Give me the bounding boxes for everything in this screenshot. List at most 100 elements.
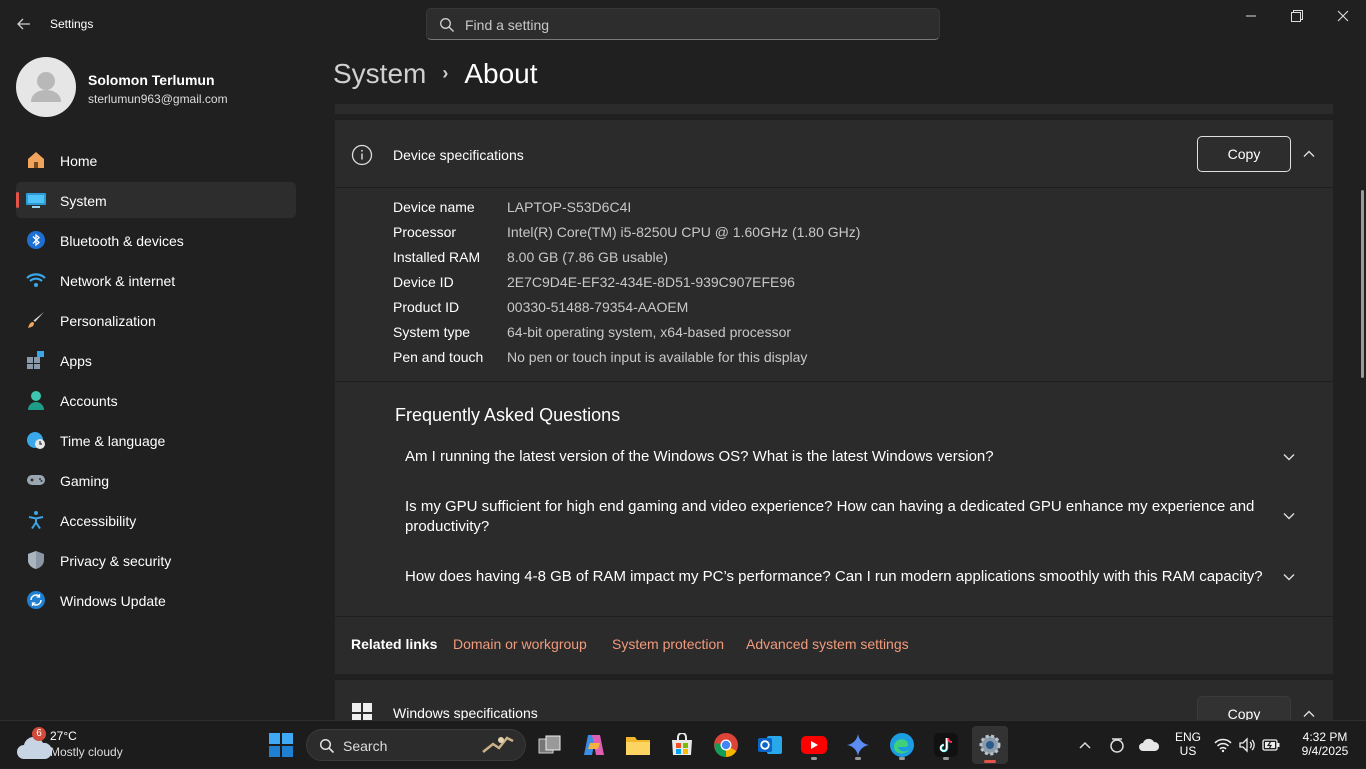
chevron-up-icon[interactable] (1301, 146, 1317, 162)
back-button[interactable] (10, 10, 38, 38)
onedrive-cloud-icon (1139, 738, 1159, 751)
clock[interactable]: 4:32 PM 9/4/2025 (1290, 730, 1360, 758)
system-protection-link[interactable]: System protection (612, 636, 724, 652)
running-indicator (943, 757, 949, 760)
spec-value[interactable]: 64-bit operating system, x64-based proce… (507, 324, 791, 340)
spec-label: Installed RAM (393, 249, 481, 265)
restore-icon (1291, 10, 1303, 22)
card-title: Device specifications (393, 147, 524, 163)
spec-value[interactable]: 00330-51488-79354-AAOEM (507, 299, 688, 315)
edge-button[interactable] (886, 729, 918, 761)
related-links-label: Related links (351, 636, 438, 652)
faq-question[interactable]: Am I running the latest version of the W… (405, 447, 1305, 467)
weather-widget[interactable]: 6 27°C Mostly cloudy (10, 721, 150, 769)
accessibility-icon (28, 511, 44, 530)
sidebar-item-label: Personalization (60, 313, 156, 329)
advanced-system-settings-link[interactable]: Advanced system settings (746, 636, 909, 652)
windows-specifications-header[interactable]: Windows specifications Copy (335, 680, 1333, 720)
gemini-button[interactable] (842, 729, 874, 761)
weather-temperature: 27°C (50, 729, 77, 743)
sidebar-item-windows-update[interactable]: Windows Update (16, 582, 296, 618)
sidebar-item-accessibility[interactable]: Accessibility (16, 502, 296, 538)
sidebar-item-apps[interactable]: Apps (16, 342, 296, 378)
spec-label: Pen and touch (393, 349, 484, 365)
shield-icon (28, 551, 44, 569)
close-button[interactable] (1320, 0, 1366, 32)
outlook-icon (758, 736, 782, 754)
spec-value[interactable]: No pen or touch input is available for t… (507, 349, 807, 365)
faq-question[interactable]: Is my GPU sufficient for high end gaming… (405, 497, 1305, 537)
chevron-up-icon[interactable] (1301, 706, 1317, 720)
sidebar-item-personalization[interactable]: Personalization (16, 302, 296, 338)
faq-title: Frequently Asked Questions (395, 405, 621, 425)
update-icon (27, 591, 45, 609)
spec-value[interactable]: LAPTOP-S53D6C4I (507, 199, 631, 215)
settings-taskbar-button[interactable] (972, 726, 1008, 764)
chevron-down-icon[interactable] (1281, 569, 1297, 585)
task-view-button[interactable] (534, 729, 566, 761)
windows-start-icon (269, 733, 293, 757)
chrome-button[interactable] (710, 729, 742, 761)
previous-card-edge (335, 104, 1333, 114)
avatar[interactable] (16, 57, 76, 117)
info-icon (351, 144, 373, 166)
sidebar-item-label: Accessibility (60, 513, 137, 529)
search-highlight-icon (482, 736, 514, 753)
spec-value[interactable]: 8.00 GB (7.86 GB usable) (507, 249, 668, 265)
sidebar-item-bluetooth[interactable]: Bluetooth & devices (16, 222, 296, 258)
divider (335, 616, 1333, 617)
outlook-button[interactable] (754, 729, 786, 761)
quick-settings-button[interactable] (1212, 729, 1282, 761)
sidebar-item-label: Accounts (60, 393, 118, 409)
input-language[interactable]: ENG US (1168, 730, 1208, 758)
sidebar-item-network[interactable]: Network & internet (16, 262, 296, 298)
taskbar-search[interactable]: Search (306, 729, 526, 761)
start-button[interactable] (265, 729, 297, 761)
running-indicator (855, 757, 861, 760)
file-explorer-button[interactable] (622, 729, 654, 761)
tray-app-icon (1110, 738, 1124, 753)
device-specifications-header[interactable]: Device specifications Copy (335, 120, 1333, 188)
gear-icon (979, 734, 1001, 756)
show-hidden-icons-button[interactable] (1070, 729, 1100, 761)
apps-icon (27, 351, 44, 369)
domain-workgroup-link[interactable]: Domain or workgroup (453, 636, 587, 652)
youtube-button[interactable] (798, 729, 830, 761)
spec-value[interactable]: Intel(R) Core(TM) i5-8250U CPU @ 1.60GHz… (507, 224, 860, 240)
sidebar-item-system[interactable]: System (16, 182, 296, 218)
microsoft-store-button[interactable] (666, 729, 698, 761)
sidebar-item-home[interactable]: Home (16, 142, 296, 178)
breadcrumb-parent[interactable]: System (333, 58, 426, 89)
sidebar-item-label: Network & internet (60, 273, 176, 289)
date: 9/4/2025 (1301, 744, 1349, 758)
close-icon (1337, 10, 1349, 22)
back-arrow-icon (17, 18, 30, 30)
chevron-down-icon[interactable] (1281, 508, 1297, 524)
sidebar-item-gaming[interactable]: Gaming (16, 462, 296, 498)
windows-specifications-card: Windows specifications Copy (335, 680, 1333, 720)
faq-question[interactable]: How does having 4-8 GB of RAM impact my … (405, 567, 1305, 587)
sidebar-item-privacy[interactable]: Privacy & security (16, 542, 296, 578)
tiktok-button[interactable] (930, 729, 962, 761)
tray-app-button[interactable] (1102, 729, 1132, 761)
copilot-button[interactable] (578, 729, 610, 761)
folder-icon (626, 737, 650, 755)
onedrive-button[interactable] (1134, 729, 1164, 761)
settings-search[interactable] (426, 8, 940, 40)
scrollbar-thumb[interactable] (1361, 190, 1364, 378)
minimize-icon (1246, 15, 1256, 17)
time: 4:32 PM (1302, 730, 1348, 744)
divider (335, 381, 1333, 382)
copy-windows-specs-button[interactable]: Copy (1197, 696, 1291, 720)
user-avatar-icon (31, 72, 61, 102)
restore-button[interactable] (1274, 0, 1320, 32)
chevron-down-icon[interactable] (1281, 449, 1297, 465)
sidebar-item-accounts[interactable]: Accounts (16, 382, 296, 418)
paintbrush-icon (28, 312, 44, 328)
search-input[interactable] (465, 15, 905, 35)
spec-label: Product ID (393, 299, 460, 315)
spec-value[interactable]: 2E7C9D4E-EF32-434E-8D51-939C907EFE96 (507, 274, 795, 290)
copy-device-specs-button[interactable]: Copy (1197, 136, 1291, 172)
minimize-button[interactable] (1228, 0, 1274, 32)
sidebar-item-time-language[interactable]: Time & language (16, 422, 296, 458)
